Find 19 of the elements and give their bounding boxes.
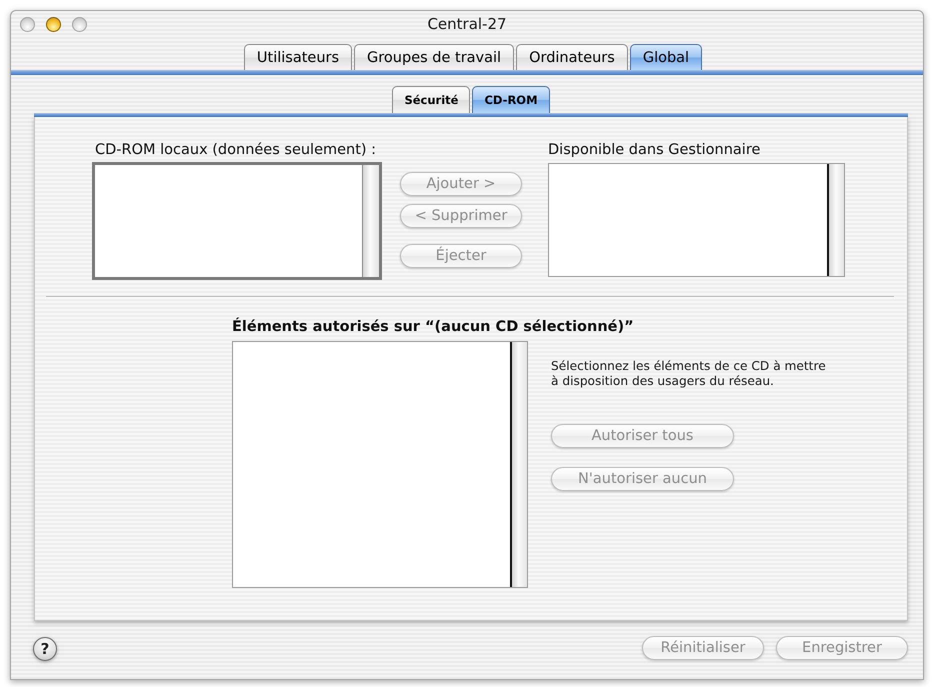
zoom-button[interactable] bbox=[72, 16, 87, 32]
list-label: CD-ROM locaux (données seulement) : bbox=[95, 142, 378, 158]
scroll-bar[interactable] bbox=[827, 164, 844, 276]
close-button[interactable] bbox=[20, 16, 35, 32]
tab[interactable]: Groupes de travail bbox=[354, 44, 514, 70]
tab[interactable]: Sécurité bbox=[392, 86, 470, 113]
tab[interactable]: Utilisateurs bbox=[244, 44, 352, 70]
tab[interactable]: Global bbox=[630, 44, 702, 70]
window-title: Central-27 bbox=[427, 15, 507, 33]
list-label: Éléments autorisés sur “(aucun CD sélectionné)” bbox=[232, 320, 634, 335]
tab[interactable]: CD-ROM bbox=[472, 86, 550, 113]
scroll-bar[interactable] bbox=[362, 165, 379, 277]
list-label: Disponible dans Gestionnaire bbox=[548, 142, 762, 158]
minimize-button[interactable] bbox=[46, 16, 61, 32]
tab[interactable]: Ordinateurs bbox=[516, 44, 628, 70]
help-button[interactable]: ? bbox=[33, 637, 57, 661]
list-box[interactable] bbox=[92, 162, 382, 280]
scroll-bar[interactable] bbox=[510, 342, 527, 587]
instruction-text: Sélectionnez les éléments de ce CD à mettre à disposition des usagers du réseau. bbox=[551, 359, 827, 389]
